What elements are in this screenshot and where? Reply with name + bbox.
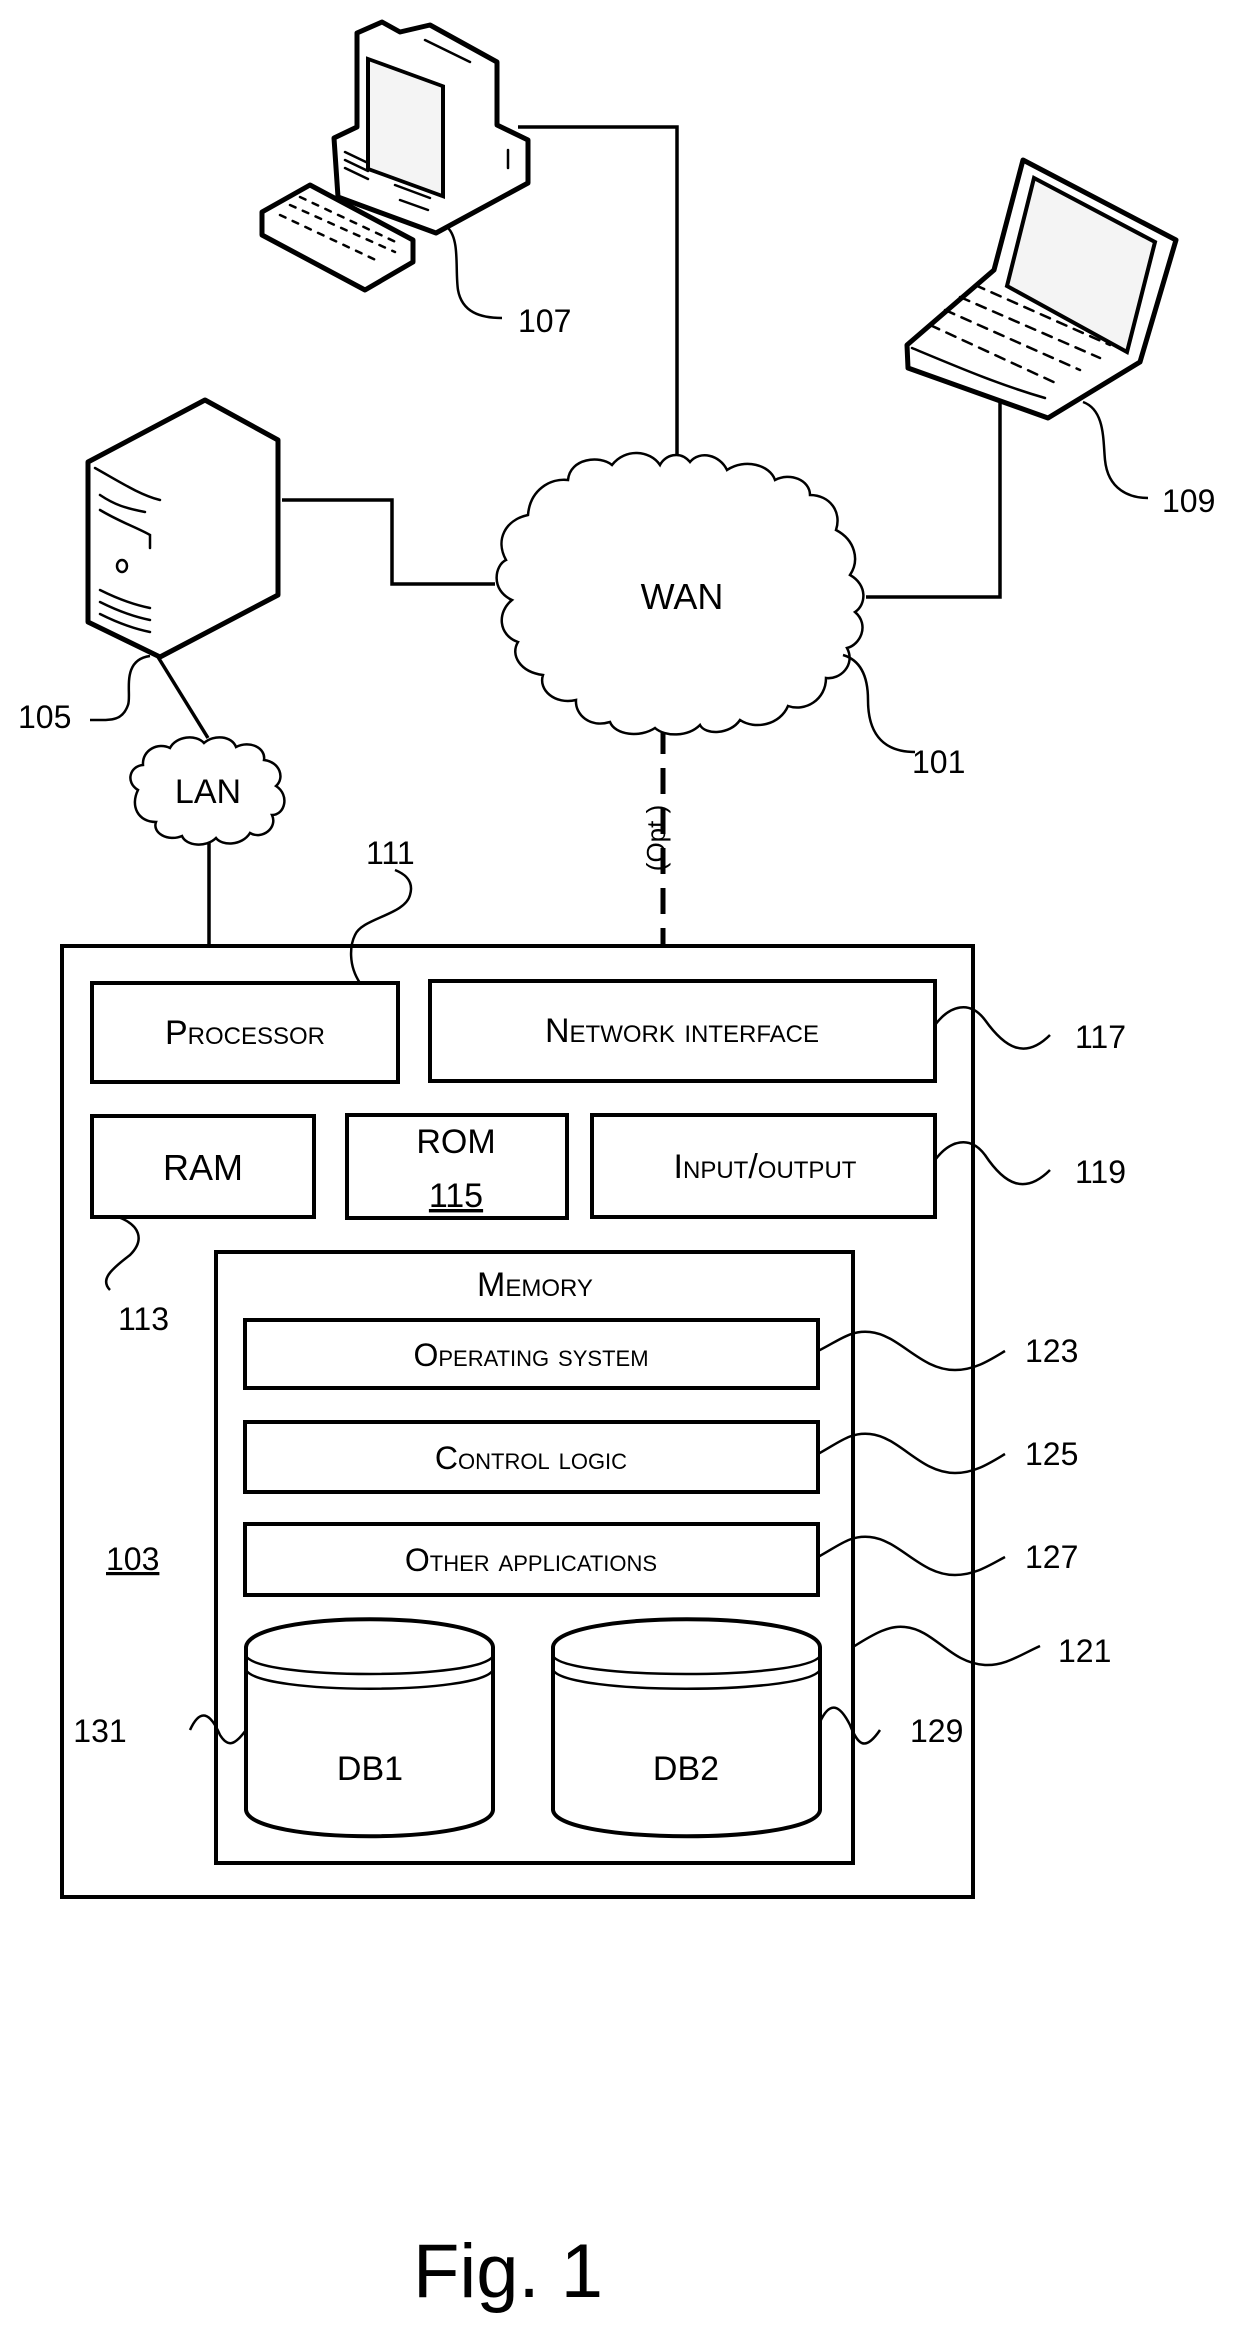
wan-ref: 101 xyxy=(912,744,965,780)
control-logic-ref: 125 xyxy=(1025,1436,1078,1472)
computer-ref: 103 xyxy=(106,1541,159,1577)
memory-ref: 121 xyxy=(1058,1633,1111,1669)
server-ref: 105 xyxy=(18,699,71,735)
system-diagram: WAN LAN 105 107 109 101 (Opt.) Processor… xyxy=(18,19,1215,2314)
db2-ref: 129 xyxy=(910,1713,963,1749)
wire-server-wan xyxy=(282,498,495,586)
network-interface-label: Network interface xyxy=(545,1012,819,1050)
wire-desktop-wan xyxy=(518,125,679,465)
laptop-ref: 109 xyxy=(1162,483,1215,519)
desktop-ref: 107 xyxy=(518,303,571,339)
processor-ref-leader xyxy=(349,868,413,984)
ram-label: RAM xyxy=(163,1147,243,1188)
rom-label: ROM xyxy=(416,1123,495,1161)
lan-cloud: LAN xyxy=(129,736,286,846)
wan-cloud: WAN xyxy=(495,451,865,736)
ram: RAM xyxy=(90,1114,316,1219)
operating-system-label: Operating system xyxy=(413,1337,648,1373)
operating-system-ref: 123 xyxy=(1025,1333,1078,1369)
desktop-ref-leader xyxy=(447,227,503,320)
network-interface-ref-leader xyxy=(934,1006,1051,1050)
optional-link-label: (Opt.) xyxy=(641,805,671,871)
server-icon xyxy=(85,397,281,660)
memory: Memory Operating system Control logic Ot… xyxy=(214,1250,855,1865)
ram-ref: 113 xyxy=(118,1301,169,1337)
laptop-ref-leader xyxy=(1082,400,1149,500)
memory-label: Memory xyxy=(477,1266,593,1304)
input-output: Input/output xyxy=(590,1113,937,1219)
memory-item-operating-system: Operating system xyxy=(243,1318,820,1390)
wan-label: WAN xyxy=(641,576,724,617)
lan-label: LAN xyxy=(175,773,241,811)
processor-ref: 111 xyxy=(366,835,415,871)
rom-ref: 115 xyxy=(429,1177,483,1215)
server: 105 xyxy=(18,397,281,735)
rom: ROM 115 xyxy=(345,1113,569,1220)
figure-caption: Fig. 1 xyxy=(413,2229,603,2314)
input-output-label: Input/output xyxy=(674,1148,857,1186)
memory-item-other-applications: Other applications xyxy=(243,1522,820,1597)
database-icon xyxy=(244,1617,495,1839)
other-applications-label: Other applications xyxy=(405,1542,657,1578)
database-db2: DB2 xyxy=(551,1617,822,1839)
db1-label: DB1 xyxy=(337,1750,403,1788)
control-logic-label: Control logic xyxy=(435,1440,627,1476)
wan-ref-leader xyxy=(842,653,916,754)
database-icon xyxy=(551,1617,822,1839)
network-interface: Network interface xyxy=(428,979,937,1083)
processor: Processor xyxy=(90,981,400,1084)
input-output-ref: 119 xyxy=(1075,1154,1126,1190)
other-applications-ref: 127 xyxy=(1025,1539,1078,1575)
memory-item-control-logic: Control logic xyxy=(243,1420,820,1494)
ram-ref-leader xyxy=(104,1215,140,1291)
network-interface-ref: 117 xyxy=(1075,1019,1126,1055)
laptop: 109 xyxy=(904,157,1215,519)
computer: Processor 111 Network interface 117 RAM … xyxy=(60,835,1126,1899)
input-output-ref-leader xyxy=(934,1141,1051,1186)
server-ref-leader xyxy=(89,654,151,722)
wire-laptop-wan xyxy=(866,400,1002,599)
wire-server-lan xyxy=(156,656,210,739)
memory-ref-leader xyxy=(852,1625,1041,1667)
desktop-computer: 107 xyxy=(259,19,571,339)
db2-label: DB2 xyxy=(653,1750,719,1788)
db1-ref: 131 xyxy=(73,1713,126,1749)
processor-label: Processor xyxy=(165,1014,325,1052)
database-db1: DB1 xyxy=(244,1617,495,1839)
